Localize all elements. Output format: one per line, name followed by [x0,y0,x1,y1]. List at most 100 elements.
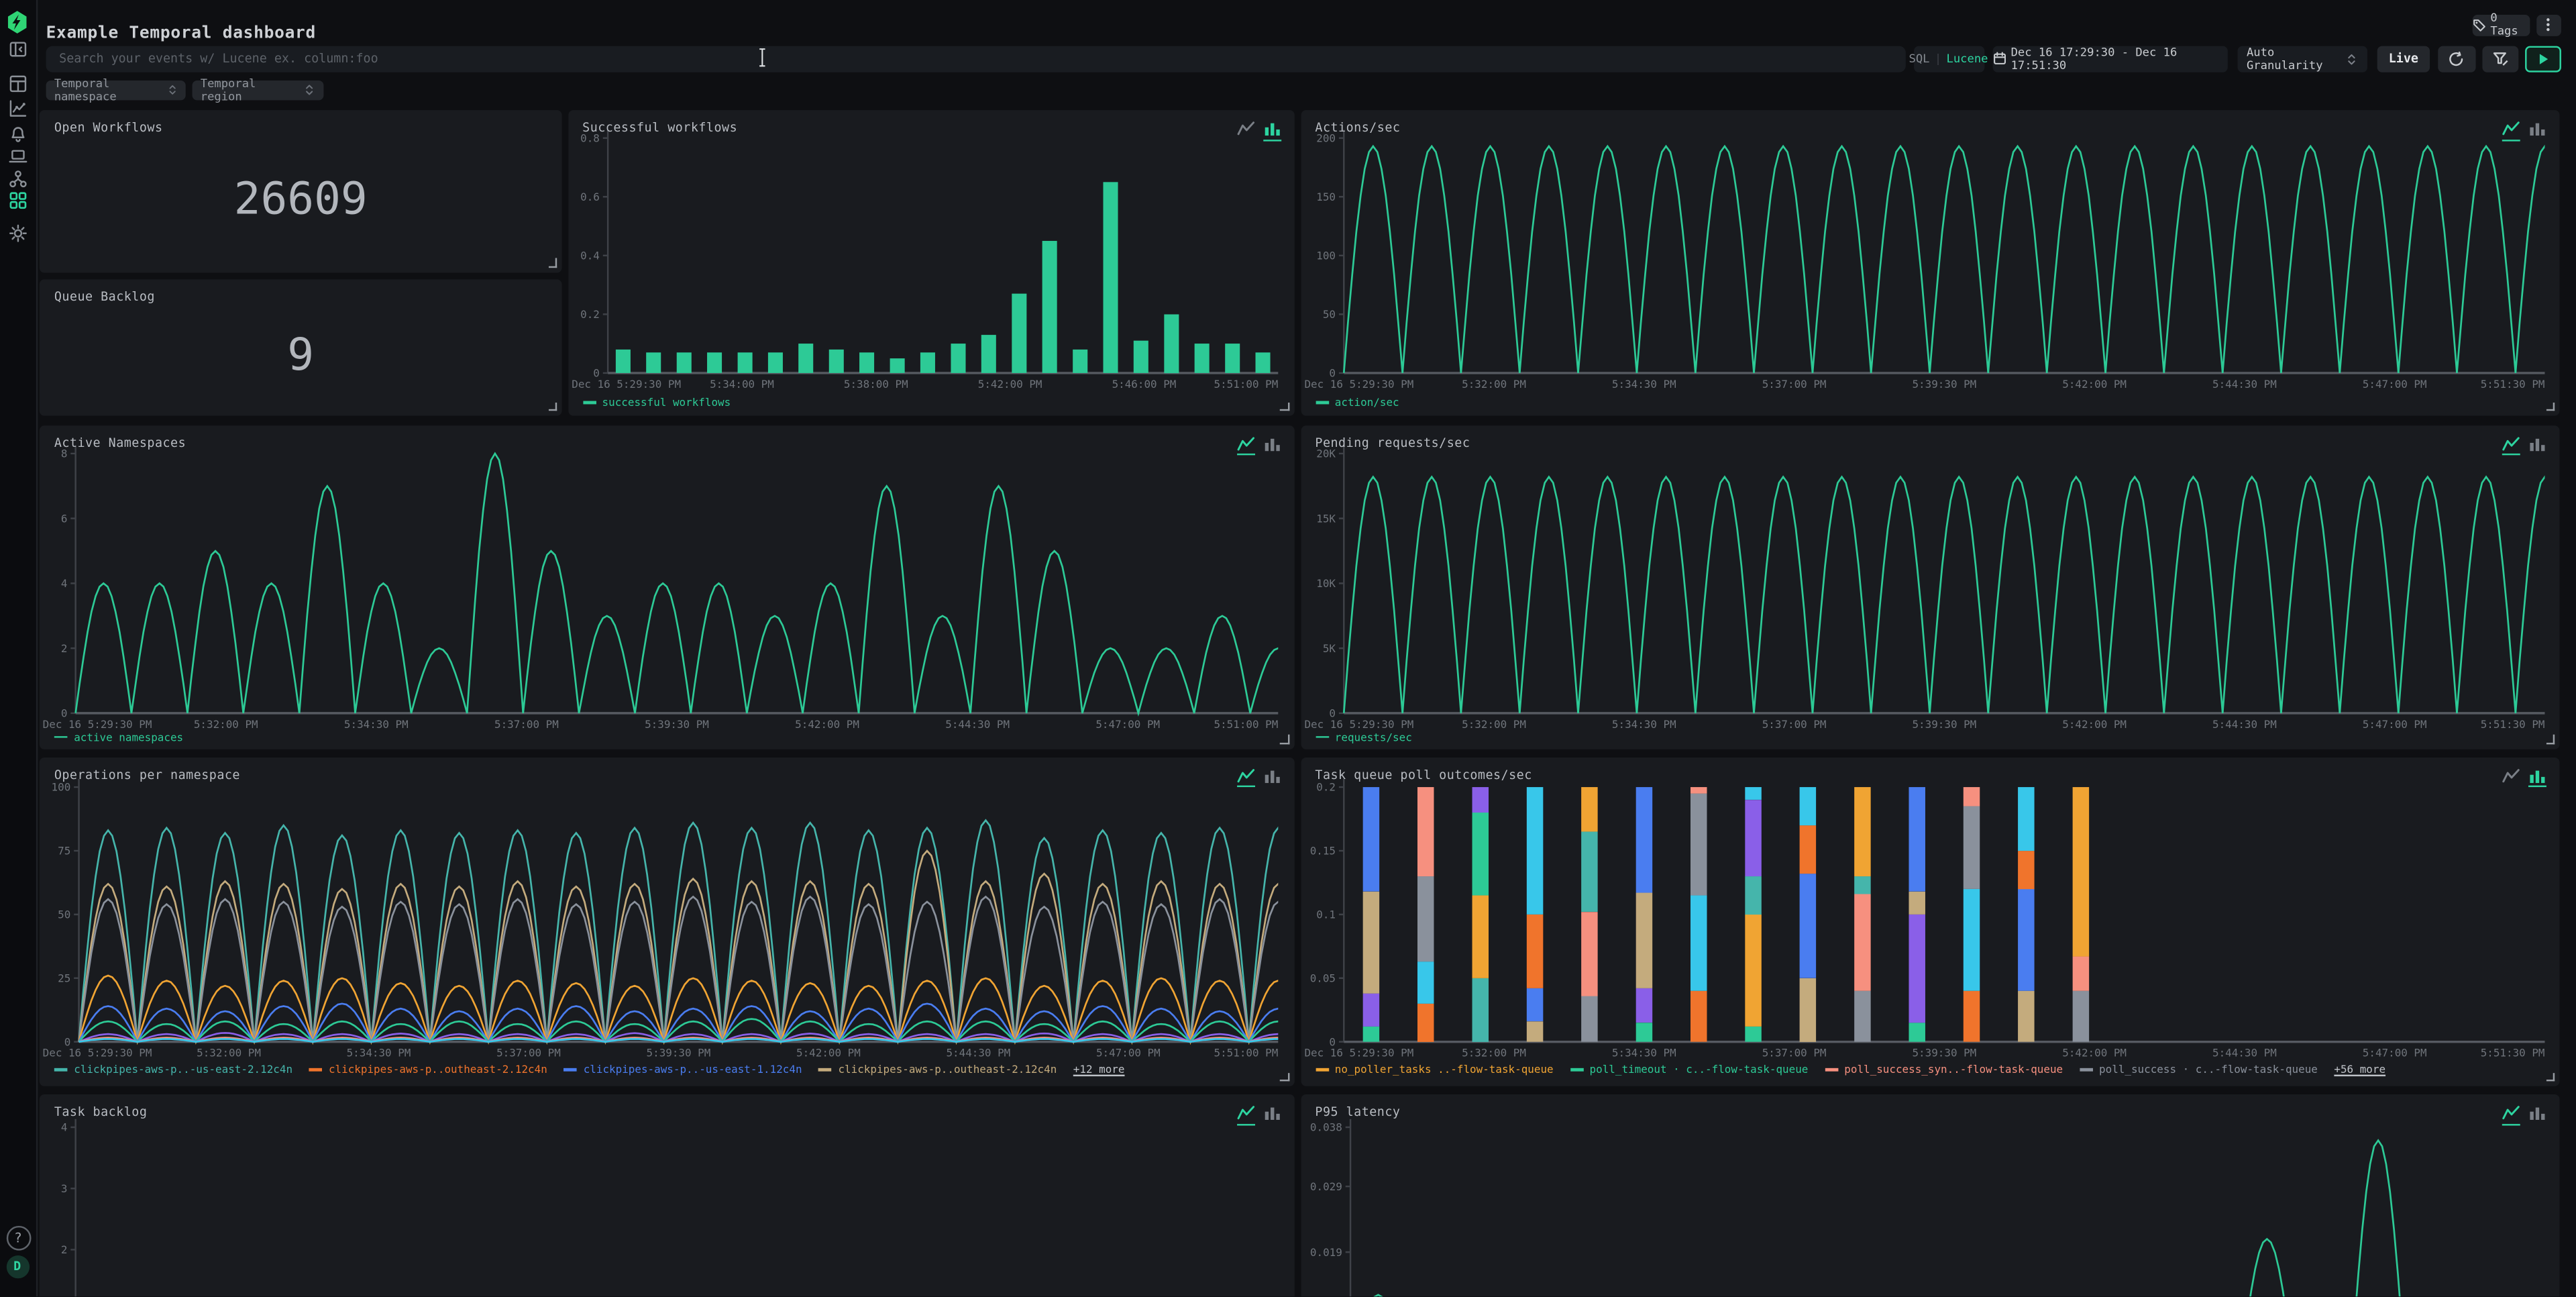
line-chart-icon[interactable] [2502,1104,2520,1125]
pending-requests-chart[interactable]: 20K15K10K5K0Dec 16 5:29:30 PM5:32:00 PM5… [1300,425,2559,748]
svg-text:0.6: 0.6 [580,191,599,203]
resize-handle[interactable] [1280,402,1289,411]
help-button[interactable]: ? [6,1226,31,1251]
refresh-button[interactable] [2438,45,2475,71]
query-language-toggle[interactable]: SQL | Lucene [1913,45,1984,71]
tags-label: 0 Tags [2490,12,2529,38]
resize-handle[interactable] [548,258,557,266]
svg-text:0.029: 0.029 [1309,1180,1342,1193]
legend-item[interactable]: poll_success · c..-flow-task-queue [2080,1063,2318,1076]
line-chart-icon[interactable] [2502,435,2520,456]
bar-chart-icon[interactable] [1263,435,1281,454]
legend-item[interactable]: clickpipes-aws-p..-us-east-2.12c4n [54,1063,292,1076]
bar-chart-icon[interactable] [2528,766,2546,787]
filter-temporal-region[interactable]: Temporal region [193,80,324,101]
more-menu-button[interactable] [2536,14,2561,36]
tags-button[interactable]: 0 Tags [2471,14,2529,36]
filter-temporal-namespace[interactable]: Temporal namespace [46,80,186,101]
legend-item[interactable]: requests/sec [1315,731,1411,744]
sidebar-item-chart-explorer[interactable] [0,99,36,118]
bar-chart-icon[interactable] [1263,766,1281,785]
legend-item[interactable]: no_poller_tasks ..-flow-task-queue [1315,1063,1553,1076]
panel-task-queue-poll-outcomes[interactable]: 0.20.150.10.050Dec 16 5:29:30 PM5:32:00 … [1300,757,2559,1086]
panel-p95-latency[interactable]: 0.0380.0290.019 P95 latency [1300,1094,2559,1297]
resize-handle[interactable] [2546,402,2555,411]
bar-chart-icon[interactable] [1263,120,1281,141]
legend-item[interactable]: poll_success_syn..-flow-task-queue [1825,1063,2063,1076]
task-queue-poll-outcomes-chart[interactable]: 0.20.150.10.050Dec 16 5:29:30 PM5:32:00 … [1300,757,2559,1086]
operations-per-namespace-chart[interactable]: 1007550250Dec 16 5:29:30 PM5:32:00 PM5:3… [40,757,1294,1086]
user-avatar[interactable]: D [6,1255,29,1278]
line-chart-icon[interactable] [1236,435,1254,456]
actions-per-sec-chart[interactable]: 200150100500Dec 16 5:29:30 PM5:32:00 PM5… [1300,110,2559,416]
bar-chart-icon[interactable] [1263,1104,1281,1123]
panel-actions-per-sec[interactable]: 200150100500Dec 16 5:29:30 PM5:32:00 PM5… [1300,110,2559,416]
run-query-button[interactable] [2524,45,2561,71]
legend-more-link[interactable]: +56 more [2334,1063,2385,1076]
sidebar-logo[interactable] [0,10,36,35]
panel-open-workflows[interactable]: Open Workflows 26609 [40,110,562,272]
svg-text:5:51:00 PM: 5:51:00 PM [1214,1045,1279,1058]
resize-handle[interactable] [2546,1072,2555,1081]
refresh-icon [2449,50,2465,66]
legend-item[interactable]: clickpipes-aws-p..outheast-2.12c4n [818,1063,1057,1076]
line-chart-icon[interactable] [2502,766,2520,785]
panel-queue-backlog[interactable]: Queue Backlog 9 [40,279,562,415]
panel-operations-per-namespace[interactable]: 1007550250Dec 16 5:29:30 PM5:32:00 PM5:3… [40,757,1294,1086]
legend-item[interactable]: clickpipes-aws-p..-us-east-1.12c4n [564,1063,802,1076]
sidebar-item-sessions[interactable] [0,146,36,166]
svg-text:Dec 16 5:29:30 PM: Dec 16 5:29:30 PM [1303,378,1413,391]
svg-text:0.019: 0.019 [1309,1246,1342,1259]
line-chart-icon[interactable] [1236,120,1254,139]
legend-item[interactable]: successful workflows [582,396,731,409]
sidebar-item-apps-active[interactable] [0,191,36,210]
panel-task-backlog[interactable]: 432 Task backlog [40,1094,1294,1297]
legend-item[interactable]: poll_timeout · c..-flow-task-queue [1570,1063,1808,1076]
bar-chart-icon[interactable] [2528,435,2546,454]
svg-text:5:42:00 PM: 5:42:00 PM [977,378,1042,391]
line-chart-icon[interactable] [1236,1104,1254,1125]
panel-successful-workflows[interactable]: 0.80.60.40.20Dec 16 5:29:30 PM5:34:00 PM… [568,110,1293,416]
filter-button[interactable] [2481,45,2518,71]
bar-chart-icon[interactable] [2528,1104,2546,1123]
granularity-select[interactable]: Auto Granularity [2237,45,2366,71]
svg-text:5:37:00 PM: 5:37:00 PM [1761,717,1825,730]
legend-item[interactable]: clickpipes-aws-p..outheast-2.12c4n [309,1063,547,1076]
legend-item[interactable]: action/sec [1315,396,1399,409]
panel-pending-requests[interactable]: 20K15K10K5K0Dec 16 5:29:30 PM5:32:00 PM5… [1300,425,2559,748]
svg-text:5:42:00 PM: 5:42:00 PM [796,1045,861,1058]
sidebar-item-dashboards[interactable] [0,73,36,93]
svg-text:0.15: 0.15 [1309,843,1334,856]
resize-handle[interactable] [1280,1072,1289,1081]
legend-item[interactable]: active namespaces [54,731,183,744]
svg-text:2: 2 [61,1243,68,1256]
sidebar-item-settings[interactable] [0,223,36,243]
sidebar-item-alerts[interactable] [0,123,36,143]
svg-text:5:44:30 PM: 5:44:30 PM [2212,717,2276,730]
active-namespaces-chart[interactable]: 86420Dec 16 5:29:30 PM5:32:00 PM5:34:30 … [40,425,1294,748]
p95-latency-chart[interactable]: 0.0380.0290.019 [1300,1094,2559,1297]
gear-icon [8,223,28,243]
line-chart-icon[interactable] [2502,120,2520,141]
legend-more-link[interactable]: +12 more [1073,1063,1125,1076]
svg-text:5:47:00 PM: 5:47:00 PM [1096,1045,1161,1058]
date-range-picker[interactable]: Dec 16 17:29:30 - Dec 16 17:51:30 [1992,45,2226,71]
svg-text:5:47:00 PM: 5:47:00 PM [2362,717,2426,730]
svg-text:15K: 15K [1316,511,1335,524]
panel-active-namespaces[interactable]: 86420Dec 16 5:29:30 PM5:32:00 PM5:34:30 … [40,425,1294,748]
open-workflows-value: 26609 [40,110,562,272]
successful-workflows-chart[interactable]: 0.80.60.40.20Dec 16 5:29:30 PM5:34:00 PM… [568,110,1293,416]
svg-text:5:34:00 PM: 5:34:00 PM [709,378,773,391]
task-backlog-chart[interactable]: 432 [40,1094,1294,1297]
resize-handle[interactable] [1280,735,1289,743]
resize-handle[interactable] [2546,735,2555,743]
bar-chart-icon[interactable] [2528,120,2546,139]
sidebar-item-services[interactable] [0,168,36,188]
search-input[interactable] [46,45,1906,71]
chart-type-toggle [2502,435,2546,456]
line-chart-icon[interactable] [1236,766,1254,787]
sidebar-item-collapse[interactable] [0,40,36,59]
svg-text:5:47:00 PM: 5:47:00 PM [2362,1045,2426,1058]
resize-handle[interactable] [548,402,557,411]
live-button[interactable]: Live [2377,45,2430,71]
